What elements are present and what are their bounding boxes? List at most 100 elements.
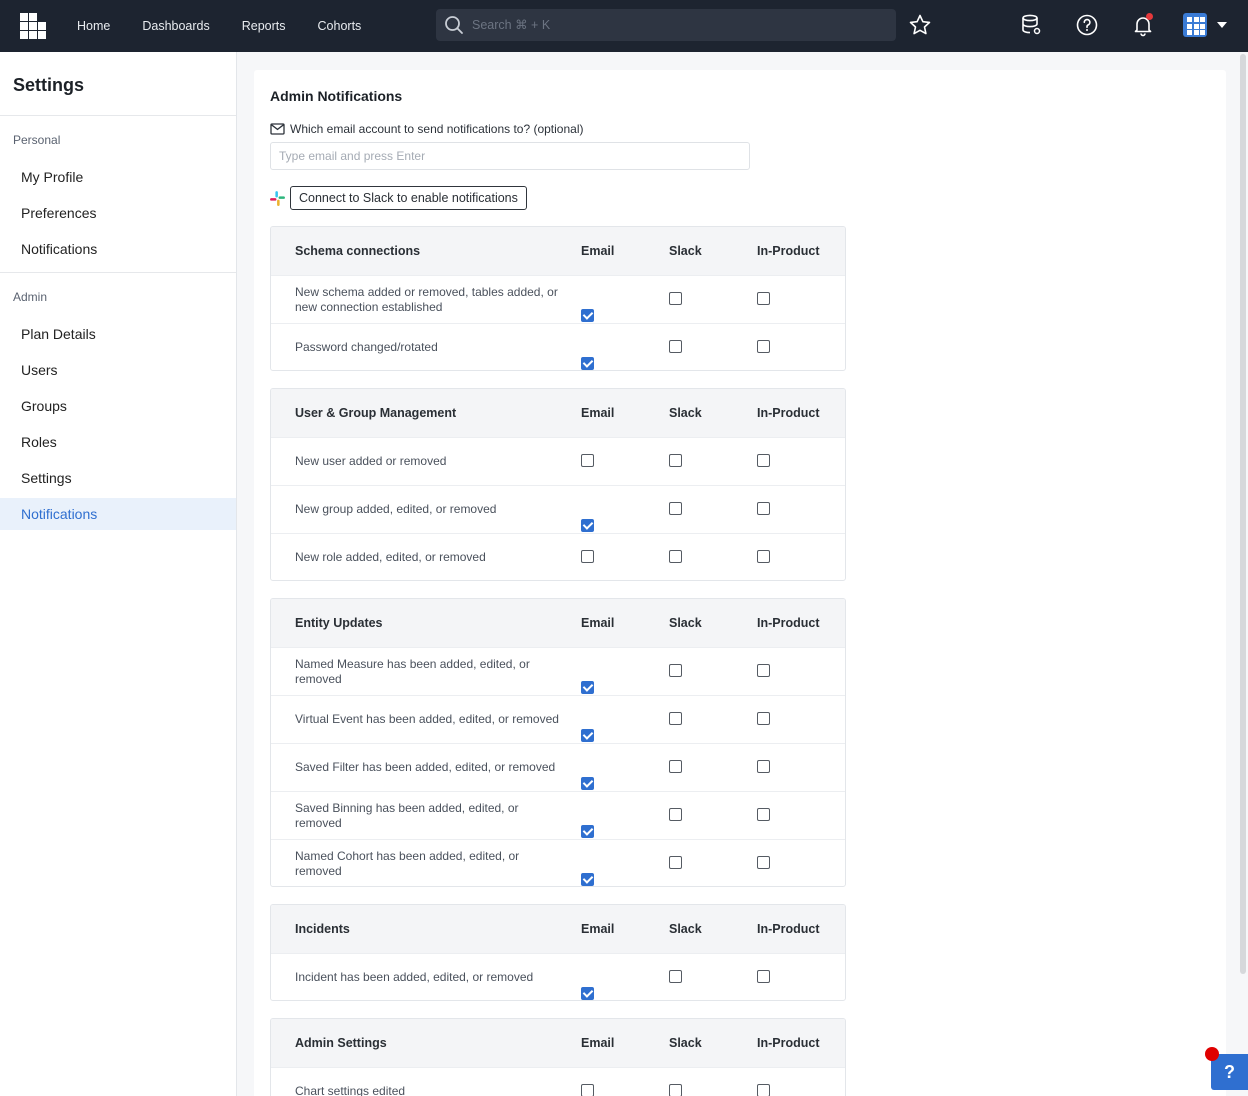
in-product-checkbox[interactable] — [757, 664, 770, 677]
column-header-in-product: In-Product — [757, 616, 820, 630]
sidebar-item-users[interactable]: Users — [0, 354, 236, 386]
row-label: Incident has been added, edited, or remo… — [295, 970, 534, 984]
main-nav: Home Dashboards Reports Cohorts — [77, 0, 393, 52]
email-label-text: Which email account to send notification… — [290, 122, 584, 136]
slack-checkbox[interactable] — [669, 292, 682, 305]
sidebar-item-my-profile[interactable]: My Profile — [0, 161, 236, 193]
search-input[interactable] — [472, 18, 872, 32]
email-checkbox[interactable] — [581, 309, 594, 322]
help-circle-icon[interactable] — [1074, 12, 1100, 38]
column-header-slack: Slack — [669, 244, 702, 258]
bell-icon[interactable] — [1130, 12, 1156, 38]
settings-sidebar: Settings Personal My Profile Preferences… — [0, 52, 237, 1096]
sidebar-item-settings[interactable]: Settings — [0, 462, 236, 494]
table-row: Password changed/rotated — [271, 323, 845, 370]
email-checkbox[interactable] — [581, 357, 594, 370]
sidebar-item-roles[interactable]: Roles — [0, 426, 236, 458]
slack-checkbox[interactable] — [669, 808, 682, 821]
in-product-checkbox[interactable] — [757, 970, 770, 983]
mail-icon — [270, 123, 285, 135]
slack-checkbox[interactable] — [669, 760, 682, 773]
table-row: Saved Binning has been added, edited, or… — [271, 791, 845, 839]
section-title: User & Group Management — [295, 405, 457, 420]
table-row: Named Measure has been added, edited, or… — [271, 647, 845, 695]
slack-checkbox[interactable] — [669, 664, 682, 677]
table-row: Named Cohort has been added, edited, or … — [271, 839, 845, 886]
column-header-in-product: In-Product — [757, 244, 820, 258]
app-logo-icon[interactable] — [20, 13, 46, 39]
sidebar-item-preferences[interactable]: Preferences — [0, 197, 236, 229]
row-label: New role added, edited, or removed — [295, 550, 486, 564]
sidebar-title: Settings — [13, 75, 85, 95]
scrollbar[interactable] — [1240, 54, 1246, 974]
sidebar-item-admin-notifications[interactable]: Notifications — [0, 498, 236, 530]
section-header: User & Group Management Email Slack In-Prod… — [271, 389, 845, 437]
email-checkbox[interactable] — [581, 825, 594, 838]
slack-checkbox[interactable] — [669, 454, 682, 467]
email-checkbox[interactable] — [581, 777, 594, 790]
in-product-checkbox[interactable] — [757, 856, 770, 869]
group-label-personal: Personal — [13, 133, 61, 147]
in-product-checkbox[interactable] — [757, 292, 770, 305]
slack-checkbox[interactable] — [669, 502, 682, 515]
in-product-checkbox[interactable] — [757, 502, 770, 515]
table-row: Saved Filter has been added, edited, or … — [271, 743, 845, 791]
email-checkbox[interactable] — [581, 550, 594, 563]
in-product-checkbox[interactable] — [757, 808, 770, 821]
section-title: Entity Updates — [295, 615, 383, 630]
nav-cohorts[interactable]: Cohorts — [318, 19, 362, 33]
column-header-slack: Slack — [669, 406, 702, 420]
email-checkbox[interactable] — [581, 987, 594, 1000]
in-product-checkbox[interactable] — [757, 454, 770, 467]
table-row: Chart settings edited — [271, 1067, 845, 1096]
email-checkbox[interactable] — [581, 873, 594, 886]
sidebar-item-groups[interactable]: Groups — [0, 390, 236, 422]
section-title: Schema connections — [295, 243, 421, 258]
section-header: Schema connections Email Slack In-Product — [271, 227, 845, 275]
connect-slack-button[interactable]: Connect to Slack to enable notifications — [290, 186, 527, 210]
database-settings-icon[interactable] — [1018, 12, 1044, 38]
in-product-checkbox[interactable] — [757, 760, 770, 773]
notification-section: User & Group Management Email Slack In-Prod… — [270, 388, 846, 581]
email-checkbox[interactable] — [581, 681, 594, 694]
sidebar-item-personal-notifications[interactable]: Notifications — [0, 233, 236, 265]
app-switcher-icon[interactable] — [1183, 13, 1207, 37]
column-header-email: Email — [581, 922, 615, 936]
row-label: New user added or removed — [295, 454, 447, 468]
chevron-down-icon[interactable] — [1217, 22, 1227, 28]
in-product-checkbox[interactable] — [757, 712, 770, 725]
row-label: New group added, edited, or removed — [295, 502, 497, 516]
slack-checkbox[interactable] — [669, 1084, 682, 1096]
email-label: Which email account to send notification… — [270, 122, 584, 136]
email-checkbox[interactable] — [581, 1084, 594, 1096]
slack-checkbox[interactable] — [669, 550, 682, 563]
in-product-checkbox[interactable] — [757, 340, 770, 353]
column-header-in-product: In-Product — [757, 406, 820, 420]
nav-reports[interactable]: Reports — [242, 19, 286, 33]
star-icon[interactable] — [907, 12, 933, 38]
help-widget-button[interactable]: ? — [1211, 1054, 1248, 1090]
in-product-checkbox[interactable] — [757, 1084, 770, 1096]
email-field[interactable] — [270, 142, 750, 170]
slack-icon — [270, 190, 285, 206]
nav-dashboards[interactable]: Dashboards — [142, 19, 209, 33]
row-label: Named Measure has been added, edited, or… — [295, 656, 530, 686]
search-box[interactable] — [436, 9, 896, 41]
column-header-email: Email — [581, 616, 615, 630]
email-checkbox[interactable] — [581, 454, 594, 467]
slack-checkbox[interactable] — [669, 340, 682, 353]
slack-checkbox[interactable] — [669, 712, 682, 725]
sidebar-item-plan-details[interactable]: Plan Details — [0, 318, 236, 350]
nav-home[interactable]: Home — [77, 19, 110, 33]
slack-checkbox[interactable] — [669, 970, 682, 983]
row-label: Password changed/rotated — [295, 340, 438, 354]
row-label: Saved Binning has been added, edited, or… — [295, 800, 519, 830]
email-checkbox[interactable] — [581, 729, 594, 742]
divider — [0, 115, 236, 116]
slack-checkbox[interactable] — [669, 856, 682, 869]
search-icon — [445, 16, 463, 34]
section-header: Incidents Email Slack In-Product — [271, 905, 845, 953]
in-product-checkbox[interactable] — [757, 550, 770, 563]
email-checkbox[interactable] — [581, 519, 594, 532]
notification-section: Admin Settings Email Slack In-Product Chart … — [270, 1018, 846, 1096]
